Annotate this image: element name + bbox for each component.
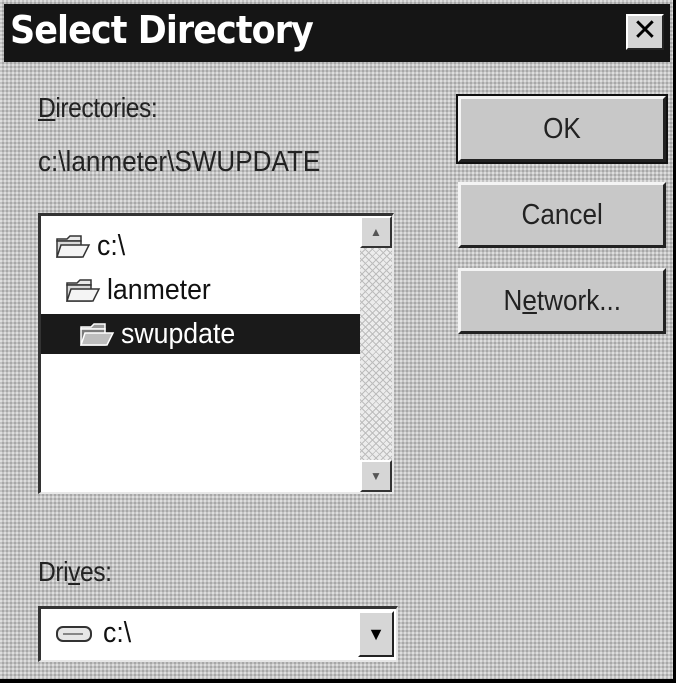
directory-item-label: c:\: [97, 229, 126, 262]
drives-dropdown-button[interactable]: ▼: [358, 611, 394, 657]
open-folder-icon: [55, 235, 91, 258]
drives-selected-value: c:\: [55, 617, 134, 650]
close-icon: ✕: [632, 14, 658, 47]
directory-item-label: lanmeter: [107, 273, 211, 306]
title-bar[interactable]: Select Directory ✕: [4, 4, 670, 62]
open-folder-icon: [79, 323, 115, 346]
close-button[interactable]: ✕: [626, 14, 664, 50]
scroll-down-button[interactable]: ▼: [360, 460, 392, 492]
chevron-down-icon: ▼: [367, 624, 385, 644]
scroll-up-button[interactable]: ▲: [360, 216, 392, 248]
network-button[interactable]: Network...: [458, 268, 666, 334]
directories-label: Directories:: [38, 92, 158, 123]
scroll-up-arrow-icon: ▲: [370, 225, 382, 239]
drives-label: Drives:: [38, 556, 112, 587]
directory-item-swupdate[interactable]: swupdate: [41, 314, 361, 354]
open-folder-icon: [65, 279, 101, 302]
ok-button[interactable]: OK: [456, 94, 668, 164]
drives-dropdown[interactable]: c:\ ▼: [38, 606, 398, 662]
directory-item-label: swupdate: [121, 317, 236, 350]
directory-item-lanmeter[interactable]: lanmeter: [65, 270, 355, 310]
scroll-down-arrow-icon: ▼: [370, 469, 382, 483]
directory-scrollbar[interactable]: ▲ ▼: [360, 216, 392, 492]
window-title: Select Directory: [10, 8, 314, 52]
select-directory-dialog: Select Directory ✕ Directories: c:\lanme…: [0, 0, 676, 683]
current-path: c:\lanmeter\SWUPDATE: [38, 146, 321, 178]
directory-item-root[interactable]: c:\: [55, 226, 355, 266]
hard-drive-icon: [56, 625, 92, 642]
directory-listbox[interactable]: c:\ lanmeter swupdate ▲ ▼: [38, 213, 394, 494]
cancel-button[interactable]: Cancel: [458, 182, 666, 248]
